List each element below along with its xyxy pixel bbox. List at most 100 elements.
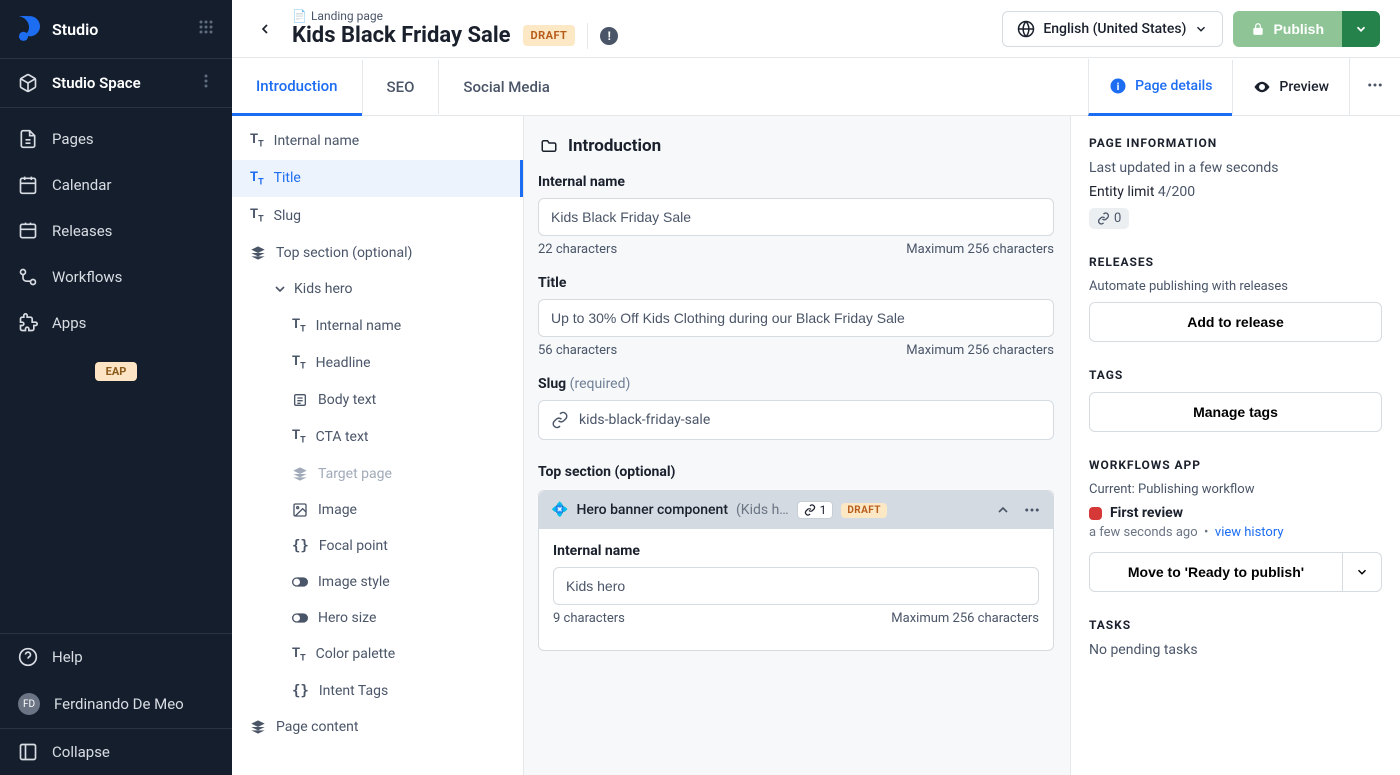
- text-icon: TT: [250, 132, 264, 150]
- back-button[interactable]: [252, 16, 278, 42]
- publish-button[interactable]: Publish: [1233, 11, 1342, 47]
- outline-kh-internal-name[interactable]: TTInternal name: [232, 307, 523, 345]
- toggle-icon: [292, 574, 308, 590]
- release-icon: [18, 221, 38, 241]
- top-section-label: Top section (optional): [538, 464, 1054, 480]
- page-title: Kids Black Friday Sale: [292, 23, 511, 48]
- form-area: Introduction Internal name 22 characters…: [524, 116, 1070, 775]
- chevron-up-icon[interactable]: [995, 502, 1011, 518]
- manage-tags-button[interactable]: Manage tags: [1089, 392, 1382, 432]
- tab-social[interactable]: Social Media: [438, 60, 573, 114]
- outline-kh-image[interactable]: Image: [232, 492, 523, 528]
- tab-introduction[interactable]: Introduction: [232, 59, 362, 116]
- studio-logo-icon: [18, 16, 40, 42]
- text-icon: TT: [292, 354, 306, 372]
- text-icon: TT: [292, 317, 306, 335]
- apps-grid-icon[interactable]: [198, 19, 214, 39]
- logo-area: Studio: [0, 0, 232, 58]
- panel-tags: TAGS Manage tags: [1089, 368, 1382, 432]
- char-count: 9 characters: [553, 611, 625, 626]
- outline-title[interactable]: TTTitle: [232, 160, 523, 198]
- outline-kids-hero[interactable]: Kids hero: [232, 271, 523, 307]
- field-title: Title 56 charactersMaximum 256 character…: [538, 275, 1054, 358]
- chevron-down-icon: [1194, 22, 1208, 36]
- side-panel: PAGE INFORMATION Last updated in a few s…: [1070, 116, 1400, 775]
- view-history-link[interactable]: view history: [1215, 525, 1284, 540]
- char-count: 22 characters: [538, 242, 617, 257]
- layers-icon: [292, 466, 308, 482]
- more-horiz-icon[interactable]: [1023, 501, 1041, 519]
- space-selector[interactable]: Studio Space: [0, 58, 232, 108]
- publish-group: Publish: [1233, 11, 1380, 47]
- sidebar-item-user[interactable]: FDFerdinando De Meo: [0, 680, 232, 728]
- tab-page-details[interactable]: iPage details: [1088, 59, 1232, 116]
- eap-badge: EAP: [95, 362, 137, 381]
- comp-internal-name-input[interactable]: [553, 567, 1039, 605]
- sidebar-item-help[interactable]: Help: [0, 634, 232, 680]
- slug-input-wrap: kids-black-friday-sale: [538, 400, 1054, 440]
- sidebar-item-workflows[interactable]: Workflows: [0, 254, 232, 300]
- panel-workflows: WORKFLOWS APP Current: Publishing workfl…: [1089, 458, 1382, 592]
- folder-icon: [540, 137, 558, 155]
- add-release-button[interactable]: Add to release: [1089, 302, 1382, 342]
- doc-icon: [292, 392, 308, 408]
- outline-page-content[interactable]: Page content: [232, 709, 523, 745]
- outline-kh-hero-size[interactable]: Hero size: [232, 600, 523, 636]
- component-header[interactable]: 💠 Hero banner component (Kids h… 1 DRAFT: [539, 491, 1053, 529]
- slug-value[interactable]: kids-black-friday-sale: [579, 412, 710, 428]
- links-chip[interactable]: 0: [1089, 208, 1129, 229]
- form-heading: Introduction: [538, 136, 1054, 156]
- calendar-icon: [18, 175, 38, 195]
- link-icon: [551, 411, 569, 429]
- info-icon[interactable]: !: [600, 27, 618, 45]
- outline-kh-headline[interactable]: TTHeadline: [232, 344, 523, 382]
- outline-kh-intent-tags[interactable]: {}Intent Tags: [232, 673, 523, 709]
- tab-seo[interactable]: SEO: [362, 60, 439, 114]
- outline-kh-color-palette[interactable]: TTColor palette: [232, 636, 523, 674]
- slug-label: Slug (required): [538, 376, 1054, 392]
- status-dot: [1089, 507, 1102, 520]
- outline-kh-image-style[interactable]: Image style: [232, 564, 523, 600]
- outline-kh-body-text[interactable]: Body text: [232, 382, 523, 418]
- panel-page-info: PAGE INFORMATION Last updated in a few s…: [1089, 136, 1382, 229]
- more-vert-icon[interactable]: [198, 73, 214, 93]
- outline-internal-name[interactable]: TTInternal name: [232, 122, 523, 160]
- outline-top-section[interactable]: Top section (optional): [232, 235, 523, 271]
- component-card: 💠 Hero banner component (Kids h… 1 DRAFT…: [538, 490, 1054, 651]
- component-body: Internal name 9 charactersMaximum 256 ch…: [539, 529, 1053, 650]
- main: 📄Landing page Kids Black Friday Sale DRA…: [232, 0, 1400, 775]
- page-title-row: Kids Black Friday Sale DRAFT !: [292, 23, 618, 49]
- publish-menu-button[interactable]: [1342, 11, 1380, 47]
- toggle-icon: [292, 610, 308, 626]
- sidebar-nav: Pages Calendar Releases Workflows Apps E…: [0, 108, 232, 633]
- tab-preview[interactable]: Preview: [1232, 60, 1349, 114]
- text-icon: TT: [292, 646, 306, 664]
- outline-kh-target-page[interactable]: Target page: [232, 456, 523, 492]
- more-actions-button[interactable]: [1349, 58, 1400, 116]
- braces-icon: {}: [292, 538, 309, 554]
- sidebar-item-calendar[interactable]: Calendar: [0, 162, 232, 208]
- comp-field-internal-name: Internal name 9 charactersMaximum 256 ch…: [553, 543, 1039, 626]
- locale-selector[interactable]: English (United States): [1002, 11, 1223, 47]
- title-input[interactable]: [538, 299, 1054, 337]
- outline-kh-focal-point[interactable]: {}Focal point: [232, 528, 523, 564]
- tabs-right: iPage details Preview: [1088, 58, 1400, 116]
- char-max: Maximum 256 characters: [906, 343, 1054, 358]
- sidebar-item-collapse[interactable]: Collapse: [0, 728, 232, 775]
- page-type-icon: 📄: [292, 9, 307, 23]
- sidebar-item-apps[interactable]: Apps: [0, 300, 232, 346]
- panel-releases: RELEASES Automate publishing with releas…: [1089, 255, 1382, 342]
- sidebar-item-releases[interactable]: Releases: [0, 208, 232, 254]
- status-badge: DRAFT: [523, 25, 576, 46]
- text-icon: TT: [250, 170, 264, 188]
- sidebar-item-pages[interactable]: Pages: [0, 116, 232, 162]
- component-status-badge: DRAFT: [841, 503, 886, 518]
- internal-name-input[interactable]: [538, 198, 1054, 236]
- outline-slug[interactable]: TTSlug: [232, 197, 523, 235]
- comp-internal-name-label: Internal name: [553, 543, 1039, 559]
- move-menu-button[interactable]: [1343, 552, 1382, 592]
- move-button[interactable]: Move to 'Ready to publish': [1089, 552, 1343, 592]
- outline-kh-cta-text[interactable]: TTCTA text: [232, 418, 523, 456]
- panel-tasks: TASKS No pending tasks: [1089, 618, 1382, 658]
- puzzle-icon: [18, 313, 38, 333]
